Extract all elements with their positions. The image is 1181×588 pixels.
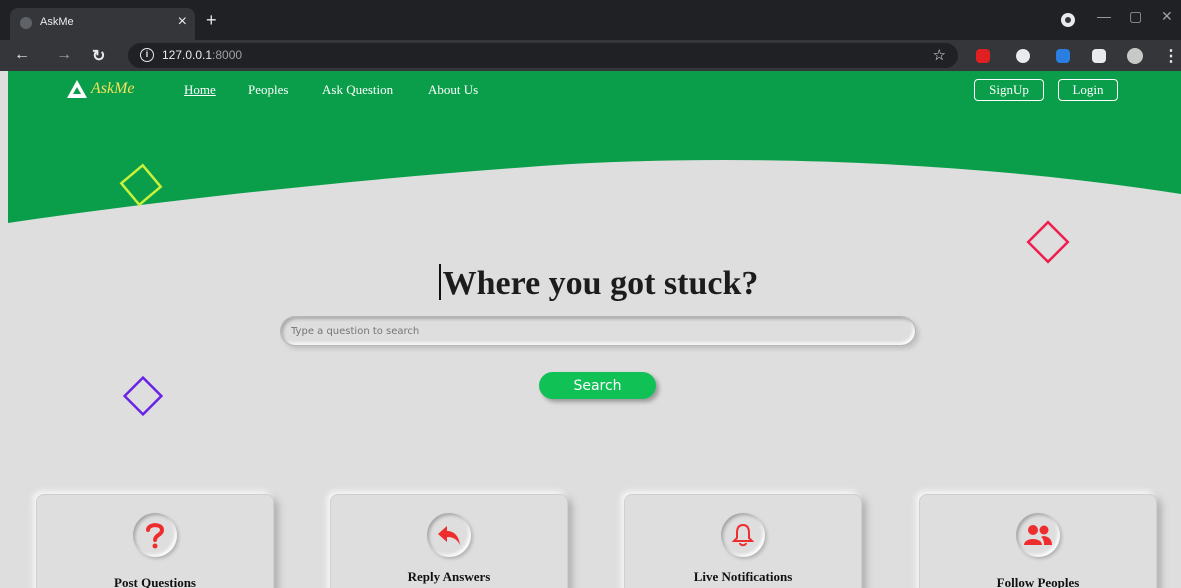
search-button[interactable]: Search: [539, 372, 656, 399]
address-bar[interactable]: i 127.0.0.1:8000 ☆: [128, 43, 958, 68]
minimize-icon[interactable]: —: [1097, 8, 1111, 24]
tab-title: AskMe: [40, 16, 74, 28]
reload-icon[interactable]: ↻: [92, 46, 105, 66]
feature-card-follow-peoples[interactable]: Follow Peoples: [919, 494, 1157, 588]
url-port: :8000: [212, 48, 243, 62]
close-tab-icon[interactable]: ×: [178, 13, 187, 31]
purple-square-decoration: [122, 375, 164, 417]
info-icon[interactable]: i: [140, 48, 154, 62]
users-icon: [1016, 513, 1060, 557]
nav-peoples[interactable]: Peoples: [248, 82, 288, 98]
feature-label: Reply Answers: [407, 569, 491, 584]
navbar: AskMe Home Peoples Ask Question About Us…: [8, 71, 1181, 111]
maximize-icon[interactable]: ▢: [1129, 8, 1142, 25]
text-cursor: [438, 264, 441, 300]
profile-icon[interactable]: [1061, 13, 1075, 27]
logo-a-icon: [67, 80, 87, 98]
puzzle-extensions-icon[interactable]: [1092, 49, 1106, 63]
url-text: 127.0.0.1:8000: [162, 48, 242, 62]
adblock-extension-icon[interactable]: [976, 49, 990, 63]
browser-menu-icon[interactable]: ⋮: [1163, 46, 1179, 66]
globe-icon: [20, 17, 32, 29]
reply-icon: [427, 513, 471, 557]
logo[interactable]: AskMe: [66, 79, 135, 99]
feature-label: Post Questions: [114, 575, 196, 588]
bell-icon: [721, 513, 765, 557]
logo-text: AskMe: [91, 80, 135, 97]
feature-card-post-questions[interactable]: Post Questions: [36, 494, 274, 588]
page: AskMe Home Peoples Ask Question About Us…: [8, 71, 1181, 588]
hero-headline-text: Where you got stuck?: [442, 265, 759, 302]
avatar-icon[interactable]: [1127, 48, 1143, 64]
new-tab-icon[interactable]: +: [206, 10, 217, 31]
close-window-icon[interactable]: ✕: [1161, 8, 1173, 25]
browser-tab-strip: AskMe × + — ▢ ✕: [0, 0, 1181, 40]
login-button[interactable]: Login: [1058, 79, 1118, 101]
forward-icon[interactable]: →: [56, 46, 72, 64]
feature-card-reply-answers[interactable]: Reply Answers: [330, 494, 568, 588]
feature-card-live-notifications[interactable]: Live Notifications: [624, 494, 862, 588]
url-host: 127.0.0.1: [162, 48, 213, 62]
feature-label: Live Notifications: [693, 569, 793, 584]
search-input[interactable]: [280, 316, 916, 346]
question-icon: [133, 513, 177, 557]
bookmark-star-icon[interactable]: ☆: [933, 46, 946, 64]
yellow-square-decoration: [119, 163, 163, 207]
extension-icon[interactable]: [1056, 49, 1070, 63]
nav-ask-question[interactable]: Ask Question: [322, 82, 393, 98]
nav-home[interactable]: Home: [184, 82, 216, 98]
browser-tab[interactable]: AskMe ×: [10, 8, 195, 40]
hero-headline: Where you got stuck?: [8, 264, 1181, 303]
browser-toolbar: ← → ↻ i 127.0.0.1:8000 ☆ ⋮: [0, 40, 1181, 71]
feature-label: Follow Peoples: [996, 575, 1080, 588]
back-icon[interactable]: ←: [14, 46, 30, 64]
signup-button[interactable]: SignUp: [974, 79, 1044, 101]
extension-icon[interactable]: [1016, 49, 1030, 63]
nav-about-us[interactable]: About Us: [428, 82, 478, 98]
